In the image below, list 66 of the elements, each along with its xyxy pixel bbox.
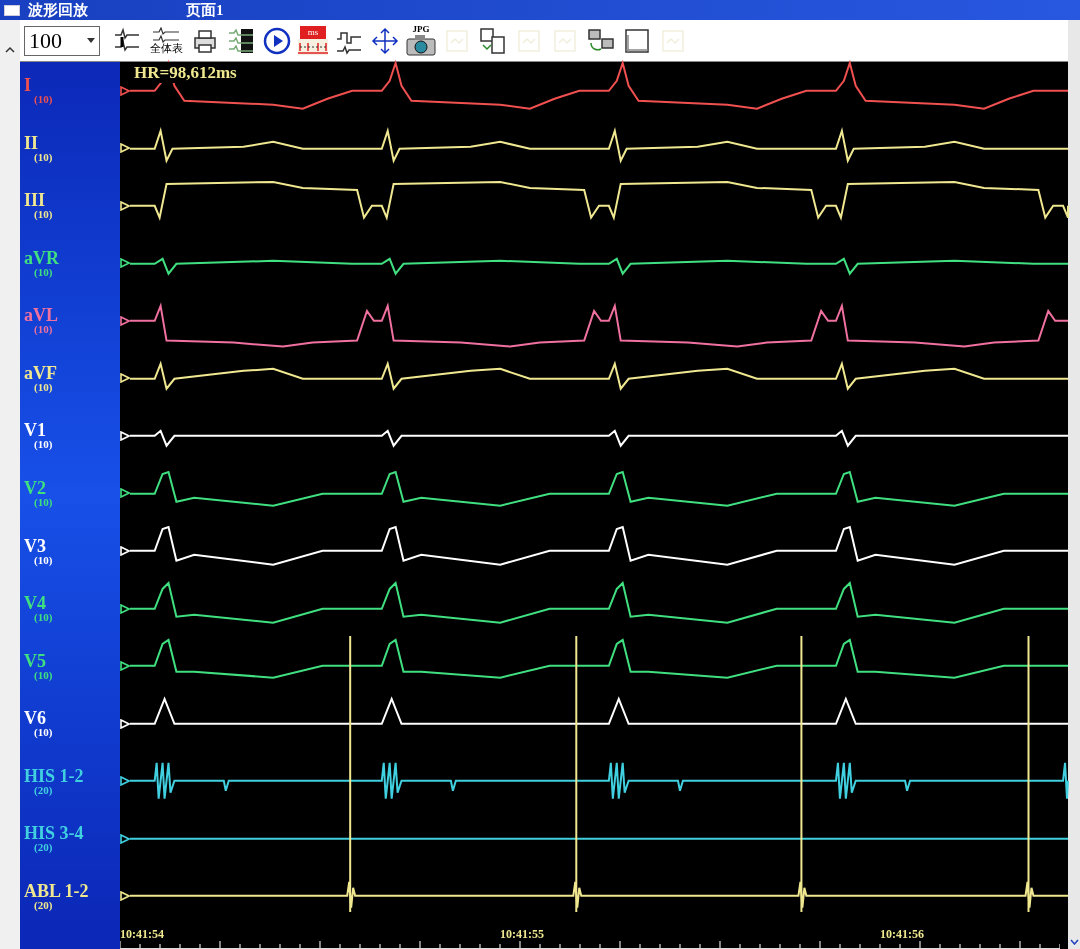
channel-gain: (10) [33, 727, 54, 739]
zoom-select[interactable]: 100 [24, 25, 100, 56]
camera-icon [406, 34, 436, 56]
play-icon [263, 26, 291, 55]
time-label: 10:41:55 [500, 928, 544, 940]
window-icon [623, 26, 651, 55]
channel-name: HIS 1-2 [24, 766, 85, 785]
channel-gain: (20) [33, 784, 54, 796]
caret-up-icon[interactable] [5, 46, 15, 53]
time-label: 10:41:54 [120, 928, 164, 940]
channel-marker-icon [120, 833, 130, 844]
window-icon [4, 4, 20, 16]
channel-marker-icon [120, 603, 130, 614]
channel-name: II [24, 133, 39, 152]
channel-marker-icon [120, 546, 130, 556]
jpg-snapshot-button[interactable]: JPG [404, 21, 438, 60]
channel-name: V5 [24, 651, 47, 670]
channel-gain: (10) [33, 266, 54, 278]
channel-name: HIS 3-4 [24, 824, 85, 843]
stacked-waves-icon [227, 26, 255, 55]
channel-marker-icon [120, 430, 130, 441]
measure-ruler-icon [298, 39, 328, 55]
channel-gain: (20) [33, 899, 54, 911]
waveform-icon [152, 27, 180, 43]
channel-marker-icon [120, 85, 130, 96]
page-title: 页面1 [186, 2, 224, 18]
channel-name: III [24, 191, 46, 210]
channel-gain: (10) [33, 554, 54, 566]
channel-gain: (10) [33, 324, 54, 336]
channel-gain: (10) [33, 209, 54, 221]
window-title: 波形回放 [28, 2, 88, 18]
channel-marker-icon [120, 315, 130, 326]
move-arrows-icon [371, 26, 399, 55]
channel-gain: (10) [33, 94, 54, 106]
channel-marker-icon [120, 200, 130, 211]
caret-down-icon[interactable] [1069, 939, 1079, 945]
channel-name: I [24, 76, 32, 95]
channel-gain: (10) [33, 612, 54, 624]
channel-gain: (10) [33, 151, 54, 163]
channel-marker-icon [120, 143, 130, 154]
channel-marker-icon [120, 776, 130, 787]
channel-name: V1 [24, 421, 47, 440]
dropdown-caret-icon [87, 38, 95, 43]
channel-marker-icon [120, 488, 130, 499]
time-label: 10:41:56 [880, 928, 924, 940]
channel-name: aVF [24, 363, 58, 382]
channel-gain: (20) [33, 842, 54, 854]
channel-name: aVR [24, 248, 60, 267]
channel-name: V3 [24, 536, 47, 555]
channel-marker-icon [120, 661, 130, 672]
channel-name: ABL 1-2 [24, 881, 90, 900]
channel-marker-icon [120, 258, 130, 269]
full-page-button[interactable]: 全体表 [146, 21, 186, 60]
channel-gain: (10) [33, 439, 54, 451]
channel-name: V6 [24, 709, 47, 728]
channel-gain: (10) [33, 669, 54, 681]
channel-name: V4 [24, 594, 47, 613]
channel-name: aVL [24, 306, 59, 325]
channel-gain: (10) [33, 497, 54, 508]
channel-marker-icon [120, 373, 130, 384]
save-to-document-icon [479, 26, 507, 55]
channel-marker-icon [120, 718, 130, 729]
channel-marker-icon [120, 891, 130, 902]
channel-gain: (10) [33, 381, 54, 393]
caliper-button[interactable]: ms [296, 21, 330, 60]
channel-name: V2 [24, 479, 47, 497]
